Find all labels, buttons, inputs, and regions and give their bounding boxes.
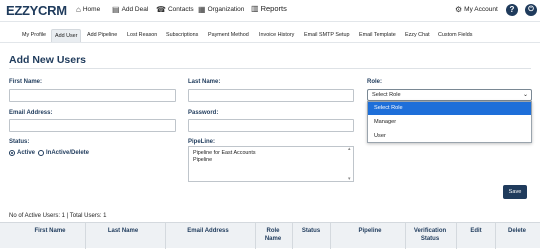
user-count-summary: No of Active Users: 1 | Total Users: 1 — [9, 213, 107, 219]
nav-label: Reports — [260, 4, 287, 13]
divider — [330, 223, 331, 249]
tab-ezzy-chat[interactable]: Ezzy Chat — [402, 29, 433, 42]
chevron-down-icon: ⌄ — [522, 92, 528, 98]
last-name-field[interactable] — [188, 89, 354, 102]
nav-label: Organization — [207, 6, 245, 13]
contacts-icon: ☎ — [156, 5, 166, 14]
divider — [165, 223, 166, 249]
nav-label: Home — [82, 6, 101, 13]
column-header: Delete — [507, 228, 526, 234]
role-option-manager[interactable]: Manager — [368, 116, 531, 129]
add-deal-icon: ▤ — [112, 5, 120, 14]
divider — [456, 223, 457, 249]
status-active-label: Active — [17, 150, 36, 156]
divider — [405, 223, 406, 249]
pipeline-option[interactable]: Pipeline — [193, 157, 349, 164]
divider — [255, 223, 256, 249]
status-inactive-radio[interactable]: InActive/Delete — [38, 150, 89, 156]
tab-email-smtp-setup[interactable]: Email SMTP Setup — [301, 29, 352, 42]
tab-lost-reason[interactable]: Lost Reason — [124, 29, 160, 42]
email-field[interactable] — [9, 119, 176, 132]
nav-label: Add Deal — [121, 6, 149, 13]
column-header: Last Name — [107, 228, 139, 234]
column-header: Email Address — [187, 228, 229, 234]
tab-invoice-history[interactable]: Invoice History — [256, 29, 297, 42]
help-icon[interactable]: ? — [506, 4, 518, 16]
users-table-header: First Name Last Name Email Address Role … — [0, 222, 540, 249]
tab-my-profile[interactable]: My Profile — [19, 29, 49, 42]
status-label: Status: — [9, 139, 30, 145]
settings-tabs: My Profile Add User Add Pipeline Lost Re… — [0, 29, 540, 42]
tab-payment-method[interactable]: Payment Method — [205, 29, 252, 42]
pipeline-label: PipeLine: — [188, 139, 216, 145]
column-header: Verification Status — [413, 228, 447, 242]
first-name-label: First Name: — [9, 79, 43, 85]
app-logo[interactable]: EZZYCRM — [6, 3, 67, 18]
radio-unchecked-icon — [38, 150, 44, 156]
tab-email-template[interactable]: Email Template — [356, 29, 399, 42]
power-icon[interactable]: ⏻ — [525, 4, 537, 16]
nav-organization[interactable]: ▦ Organization — [198, 5, 244, 14]
role-label: Role: — [367, 79, 382, 85]
password-field[interactable] — [188, 119, 354, 132]
home-icon: ⌂ — [76, 5, 81, 14]
nav-home[interactable]: ⌂ Home — [76, 5, 100, 14]
nav-contacts[interactable]: ☎ Contacts — [156, 5, 194, 14]
reports-icon: ▥ — [251, 4, 259, 13]
tab-subscriptions[interactable]: Subscriptions — [163, 29, 201, 42]
divider — [495, 223, 496, 249]
column-header: Pipeline — [358, 228, 382, 234]
gear-icon: ⚙ — [455, 5, 463, 14]
nav-label: Contacts — [167, 6, 194, 13]
save-button[interactable]: Save — [503, 185, 527, 199]
divider — [0, 42, 540, 43]
role-option-select-role[interactable]: Select Role — [368, 102, 531, 115]
email-label: Email Address: — [9, 110, 53, 116]
tab-add-user[interactable]: Add User — [51, 29, 82, 42]
role-option-user[interactable]: User — [368, 130, 531, 143]
column-header: Edit — [470, 228, 482, 234]
password-label: Password: — [188, 110, 219, 116]
nav-reports[interactable]: ▥ Reports — [251, 4, 287, 13]
first-name-field[interactable] — [9, 89, 176, 102]
status-inactive-label: InActive/Delete — [46, 150, 90, 156]
last-name-label: Last Name: — [188, 79, 221, 85]
tab-add-pipeline[interactable]: Add Pipeline — [84, 29, 120, 42]
column-header: Status — [301, 228, 321, 234]
tab-custom-fields[interactable]: Custom Fields — [435, 29, 475, 42]
organization-icon: ▦ — [198, 5, 206, 14]
status-active-radio[interactable]: Active — [9, 150, 35, 156]
role-select-value: Select Role — [372, 92, 401, 98]
top-navbar: EZZYCRM ⌂ Home ▤ Add Deal ☎ Contacts ▦ O… — [0, 0, 540, 22]
nav-my-account[interactable]: ⚙ My Account — [455, 5, 498, 14]
divider — [9, 68, 531, 69]
nav-add-deal[interactable]: ▤ Add Deal — [112, 5, 148, 14]
column-header: Role Name — [264, 228, 282, 242]
nav-label: My Account — [464, 6, 498, 13]
page-title: Add New Users — [9, 54, 87, 66]
role-select[interactable]: Select Role ⌄ — [367, 89, 532, 101]
divider — [85, 223, 86, 249]
scrollbar[interactable] — [348, 146, 352, 182]
divider — [292, 223, 293, 249]
pipeline-multiselect[interactable]: Pipeline for East Accounts Pipeline — [188, 146, 354, 182]
column-header: First Name — [34, 228, 66, 234]
radio-checked-icon — [9, 150, 15, 156]
role-dropdown-menu: Select Role Manager User — [367, 101, 532, 143]
